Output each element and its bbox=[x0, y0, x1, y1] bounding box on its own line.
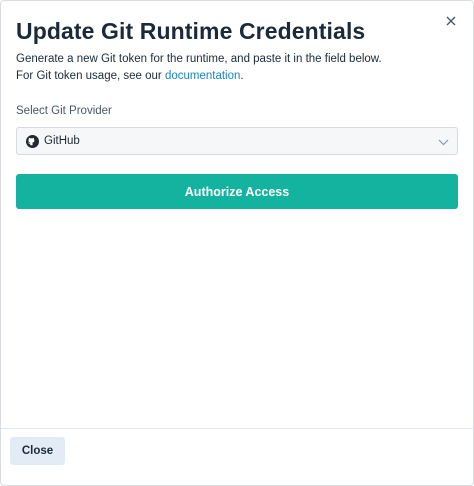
github-icon bbox=[25, 134, 39, 148]
authorize-access-button[interactable]: Authorize Access bbox=[16, 174, 458, 209]
git-provider-value: GitHub bbox=[44, 135, 80, 147]
git-provider-label: Select Git Provider bbox=[16, 105, 112, 117]
git-provider-select[interactable]: GitHub bbox=[16, 127, 458, 155]
update-credentials-dialog: Update Git Runtime Credentials Generate … bbox=[0, 0, 474, 486]
footer-divider bbox=[1, 428, 473, 429]
close-button[interactable]: Close bbox=[10, 437, 65, 465]
documentation-note: For Git token usage, see our documentati… bbox=[16, 70, 244, 82]
close-icon[interactable] bbox=[441, 11, 461, 31]
chevron-down-icon bbox=[437, 136, 449, 148]
documentation-note-suffix: . bbox=[240, 70, 244, 82]
dialog-title: Update Git Runtime Credentials bbox=[16, 18, 366, 44]
documentation-note-prefix: For Git token usage, see our bbox=[16, 70, 165, 82]
documentation-link[interactable]: documentation bbox=[165, 70, 240, 82]
dialog-description: Generate a new Git token for the runtime… bbox=[16, 53, 382, 65]
